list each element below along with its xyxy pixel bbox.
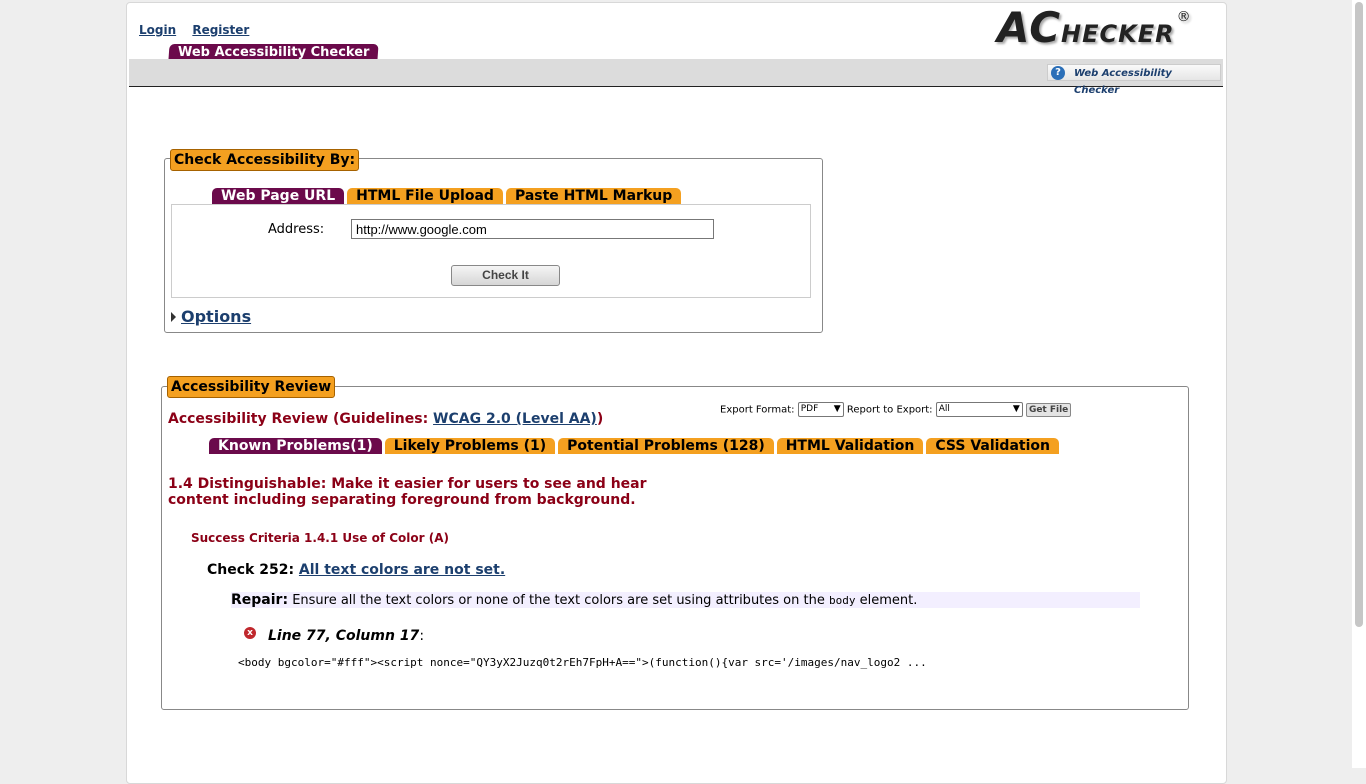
url-input-panel: Address: Check It bbox=[171, 204, 811, 298]
tab-css-validation[interactable]: CSS Validation bbox=[926, 438, 1059, 454]
repair-row: Repair: Ensure all the text colors or no… bbox=[231, 592, 1140, 608]
address-label: Address: bbox=[268, 222, 325, 237]
login-link[interactable]: Login bbox=[139, 23, 176, 37]
line-location: Line 77, Column 17: bbox=[268, 628, 424, 644]
check-heading: Check 252: All text colors are not set. bbox=[207, 562, 505, 578]
result-tabs: Known Problems(1) Likely Problems (1) Pote… bbox=[209, 438, 1062, 454]
check-link[interactable]: All text colors are not set. bbox=[299, 562, 505, 578]
get-file-button[interactable]: Get File bbox=[1025, 402, 1072, 417]
main-nav-tab[interactable]: Web Accessibility Checker bbox=[168, 44, 380, 60]
registered-mark: ® bbox=[1176, 9, 1192, 25]
chevron-down-icon: ▼ bbox=[833, 404, 841, 414]
repair-code: body bbox=[828, 594, 856, 607]
export-format-label: Export Format: bbox=[720, 404, 795, 416]
repair-label: Repair: bbox=[231, 592, 289, 608]
guideline-link[interactable]: WCAG 2.0 (Level AA) bbox=[433, 411, 597, 427]
source-tabs: Web Page URL HTML File Upload Paste HTML M… bbox=[212, 188, 684, 204]
review-guidelines-title: Accessibility Review (Guidelines: WCAG 2… bbox=[168, 411, 603, 427]
logo-text: HECKER bbox=[1061, 20, 1175, 48]
nav-bar: ? Web Accessibility Checker bbox=[129, 59, 1223, 96]
guideline-heading: 1.4 Distinguishable: Make it easier for … bbox=[168, 476, 647, 508]
check-accessibility-legend: Check Accessibility By: bbox=[170, 149, 360, 171]
export-format-select[interactable]: PDF ▼ bbox=[797, 402, 844, 417]
check-it-button[interactable]: Check It bbox=[451, 265, 560, 286]
tab-html-validation[interactable]: HTML Validation bbox=[776, 438, 924, 454]
repair-text: Ensure all the text colors or none of th… bbox=[292, 593, 825, 608]
tab-html-file-upload[interactable]: HTML File Upload bbox=[347, 188, 503, 204]
help-link-label: Web Accessibility Checker bbox=[1074, 68, 1172, 96]
report-to-export-select[interactable]: All ▼ bbox=[935, 402, 1023, 417]
report-to-export-label: Report to Export: bbox=[846, 404, 933, 416]
repair-text-end: element. bbox=[859, 593, 918, 608]
review-title-prefix: Accessibility Review (Guidelines: bbox=[168, 411, 434, 427]
report-to-export-value: All bbox=[938, 404, 950, 414]
logo-letter-a: A bbox=[997, 3, 1030, 52]
line-location-colon: : bbox=[419, 628, 425, 644]
error-icon: x bbox=[244, 627, 256, 639]
tab-web-page-url[interactable]: Web Page URL bbox=[212, 188, 345, 204]
help-icon: ? bbox=[1051, 66, 1065, 80]
tab-known-problems[interactable]: Known Problems(1) bbox=[209, 438, 382, 454]
vertical-scrollbar[interactable] bbox=[1352, 0, 1366, 768]
check-number: Check 252: bbox=[207, 562, 295, 578]
line-location-text: Line 77, Column 17 bbox=[268, 628, 420, 644]
success-criteria-heading: Success Criteria 1.4.1 Use of Color (A) bbox=[191, 531, 449, 545]
options-toggle[interactable]: Options bbox=[171, 307, 251, 326]
logo-letter-c: C bbox=[1029, 3, 1062, 52]
tab-likely-problems[interactable]: Likely Problems (1) bbox=[384, 438, 556, 454]
review-title-suffix: ) bbox=[596, 411, 604, 427]
expand-triangle-icon bbox=[171, 312, 176, 322]
export-format-value: PDF bbox=[800, 404, 819, 414]
export-controls: Export Format: PDF ▼ Report to Export: Al… bbox=[720, 402, 1072, 417]
accessibility-review-legend: Accessibility Review bbox=[167, 376, 336, 398]
address-input[interactable] bbox=[351, 219, 714, 239]
source-code-snippet: <body bgcolor="#fff"><script nonce="QY3y… bbox=[238, 656, 927, 669]
tab-paste-html-markup[interactable]: Paste HTML Markup bbox=[505, 188, 682, 204]
achecker-logo: ACHECKER® bbox=[997, 3, 1192, 52]
help-link[interactable]: ? Web Accessibility Checker bbox=[1047, 64, 1221, 96]
chevron-down-icon: ▼ bbox=[1012, 404, 1020, 414]
options-link[interactable]: Options bbox=[181, 307, 251, 326]
top-links: Login Register bbox=[139, 23, 261, 37]
register-link[interactable]: Register bbox=[192, 23, 249, 37]
tab-potential-problems[interactable]: Potential Problems (128) bbox=[558, 438, 774, 454]
scrollbar-thumb[interactable] bbox=[1355, 2, 1363, 627]
